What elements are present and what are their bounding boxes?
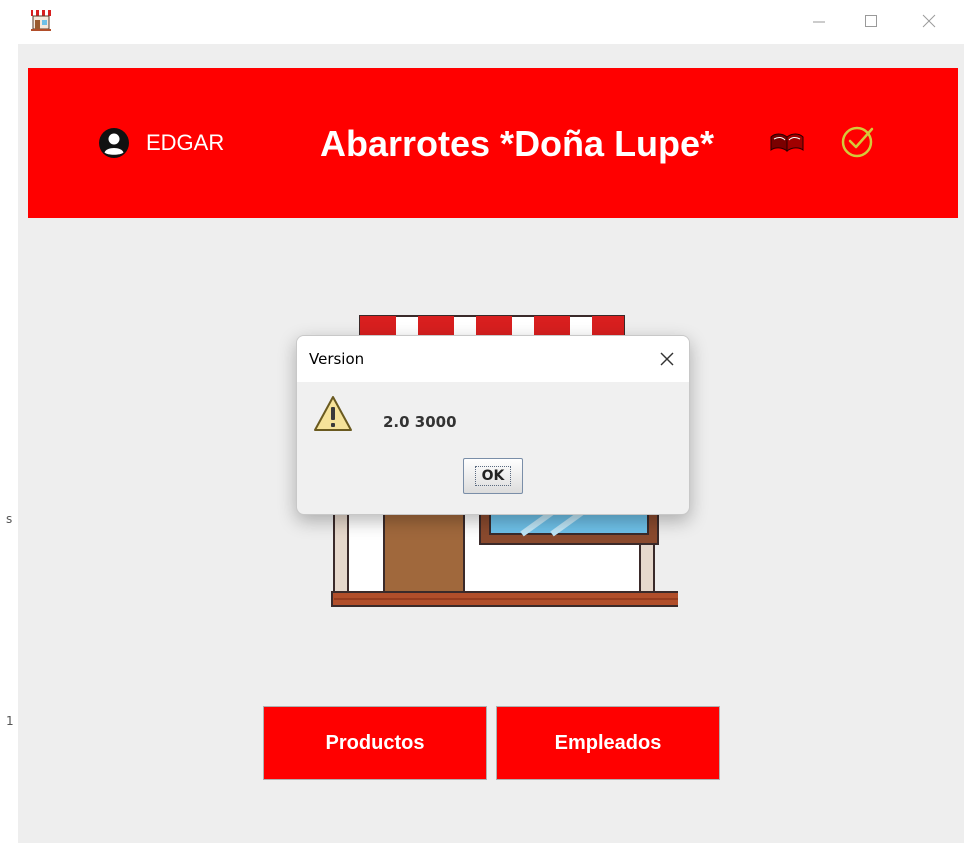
user-icon (99, 128, 129, 158)
close-icon (660, 352, 674, 366)
store-title: Abarrotes *Doña Lupe* (320, 123, 715, 164)
window-titlebar (18, 0, 964, 44)
book-icon[interactable] (770, 132, 804, 154)
version-dialog: Version 2.0 3000 OK (296, 335, 690, 515)
ok-button[interactable]: OK (463, 458, 523, 494)
productos-button[interactable]: Productos (263, 706, 487, 780)
dialog-titlebar: Version (297, 336, 689, 382)
application-window: s 1 EDGAR Abarrotes *Doña Lupe* Producto… (0, 0, 964, 843)
empleados-button[interactable]: Empleados (496, 706, 720, 780)
dialog-close-button[interactable] (651, 344, 683, 374)
edge-text: 1 (6, 714, 14, 728)
minimize-button[interactable] (796, 6, 842, 36)
close-button[interactable] (906, 6, 952, 36)
user-name: EDGAR (146, 130, 225, 155)
background-window-edge: s 1 (0, 0, 18, 843)
maximize-button[interactable] (848, 6, 894, 36)
check-icon[interactable] (840, 123, 876, 159)
dialog-message: 2.0 3000 (383, 413, 457, 431)
close-icon (922, 14, 936, 28)
store-app-icon (31, 10, 51, 31)
ok-button-label: OK (474, 466, 512, 486)
warning-icon (314, 396, 352, 431)
edge-text: s (6, 512, 13, 526)
header-banner: EDGAR Abarrotes *Doña Lupe* (28, 68, 958, 218)
maximize-icon (865, 15, 877, 27)
minimize-icon (813, 21, 825, 23)
dialog-title: Version (309, 350, 365, 368)
